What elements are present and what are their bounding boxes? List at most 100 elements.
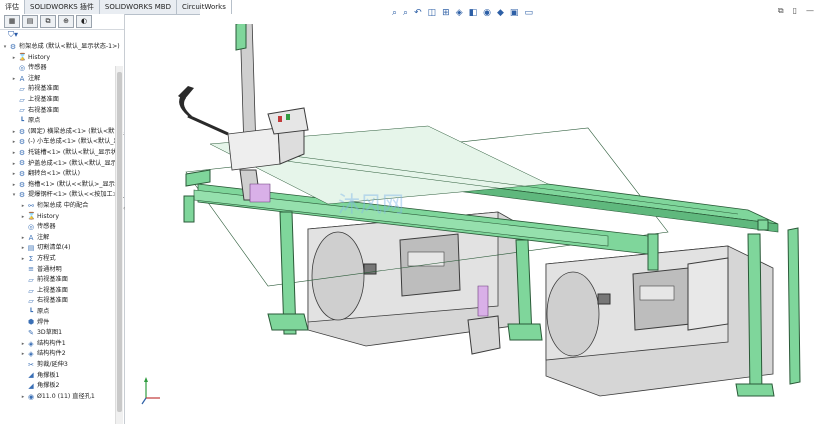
restore-icon[interactable]: ⧉ [778,6,784,16]
tree-node[interactable]: ≡ 普通材明 [20,265,62,276]
previous-view-icon[interactable]: ↶ [414,8,422,18]
weldment-icon: ⬢ [27,318,35,327]
expand-arrow-icon[interactable]: ▸ [20,254,26,265]
tree-node[interactable]: ▱ 上视基准面 [11,95,59,106]
tree-node[interactable]: ◎ 传感器 [11,63,47,74]
view-orientation-icon[interactable]: ◈ [456,8,463,18]
filter-icon[interactable]: ⛉▾ [0,30,124,42]
tree-node[interactable]: ◢ 角撑板1 [20,371,59,382]
graphics-area[interactable]: 沐风网 [128,24,820,424]
tree-node[interactable]: ▸ A 注解 [11,74,41,85]
tree-node[interactable]: ▱ 右视基准面 [11,106,59,117]
expand-arrow-icon[interactable]: ▸ [20,233,26,244]
tree-node[interactable]: ✎ 3D草图1 [20,328,62,339]
tree-node[interactable]: ┗ 原点 [20,307,49,318]
expand-arrow-icon[interactable]: ▸ [20,212,26,223]
sketch3d-icon: ✎ [28,328,34,337]
tree-node[interactable]: ▱ 前视基准面 [11,84,59,95]
zoom-area-icon[interactable]: ⌕ [403,8,408,18]
tree-node[interactable]: ▸ ⚙ (固定) 横梁总成<1> (默认<默认_显 [11,127,124,138]
expand-arrow-icon[interactable]: ▸ [11,159,17,170]
tree-node-label: 方程式 [37,255,56,262]
expand-arrow-icon[interactable]: ▸ [11,169,17,180]
zoom-fit-icon[interactable]: ⌕ [392,8,397,18]
tree-node[interactable]: ✂ 剪裁/延伸3 [20,360,68,371]
apply-scene-icon[interactable]: ▣ [510,8,519,18]
plane-icon: ▱ [28,297,34,306]
expand-arrow-icon[interactable]: ▸ [11,53,17,64]
lathe-right[interactable] [545,245,774,397]
hide-show-icon[interactable]: ◉ [483,8,491,18]
expand-arrow-icon[interactable]: ▸ [11,127,17,138]
panel-collapse-handle[interactable]: ‹ [123,205,127,219]
plane-icon: ▱ [28,286,34,295]
tree-node-label: History [37,212,60,220]
tree-node[interactable]: ▸ ◈ 结构构件1 [20,339,66,350]
tree-node[interactable]: ▸ ⚯ 桁架总成 中的配合 [20,201,89,212]
tab-2[interactable]: SOLIDWORKS MBD [100,0,177,14]
tile-icon[interactable]: ▯ [793,6,797,16]
expand-arrow-icon[interactable]: ▸ [11,74,17,85]
expand-arrow-icon[interactable]: ▾ [11,190,17,201]
minimize-icon[interactable]: — [806,6,814,16]
expand-arrow-icon[interactable]: ▸ [11,137,17,148]
display-manager-icon[interactable]: ◐ [76,15,92,28]
heads-up-view-toolbar: ⌕ ⌕ ↶ ◫ ⊞ ◈ ◧ ◉ ◆ ▣ ▭ [392,6,533,20]
tree-node[interactable]: ▱ 前视基准面 [20,275,68,286]
tree-scrollbar[interactable] [115,66,123,424]
tab-3[interactable]: CircuitWorks [177,0,232,14]
tab-1[interactable]: SOLIDWORKS 插件 [25,0,100,14]
tree-node[interactable]: ▱ 右视基准面 [20,296,68,307]
tree-node[interactable]: ▱ 上视基准面 [20,286,68,297]
tree-node[interactable]: ▸ ▤ 切割清单(4) [20,243,71,254]
expand-arrow-icon[interactable]: ▸ [20,243,26,254]
property-manager-icon[interactable]: ▤ [22,15,38,28]
tree-node[interactable]: ▸ ⌛ History [11,53,50,64]
tree-node[interactable]: ▸ ⚙ 护盖总成<1> (默认<默认_显示状 [11,159,123,170]
display-style-icon[interactable]: ◧ [469,8,478,18]
tree-node[interactable]: ▸ ◉ Ø11.0 (11) 直径孔1 [20,392,95,403]
tab-0[interactable]: 评估 [0,0,25,14]
tree-node[interactable]: ◎ 传感器 [20,222,56,233]
expand-arrow-icon[interactable]: ▸ [20,201,26,212]
assembly-icon: ⚙ [18,138,26,147]
tree-node[interactable]: ▸ ⚙ 拖槽<1> (默认<<默认>_显示状 [11,180,121,191]
edit-appearance-icon[interactable]: ◆ [497,8,504,18]
expand-arrow-icon[interactable]: ▸ [11,180,17,191]
origin-icon: ┗ [28,307,34,316]
view-settings-icon[interactable]: ▭ [524,8,533,18]
feature-tree-icon[interactable]: ▦ [4,15,20,28]
expand-arrow-icon[interactable]: ▾ [2,42,8,53]
tree-node[interactable]: ▾ ⚙ 桁架总成 (默认<默认_显示状态-1>) [2,42,120,53]
expand-arrow-icon[interactable]: ▸ [20,339,26,350]
assembly-icon: ⚙ [18,180,26,189]
expand-arrow-icon[interactable]: ▸ [20,392,26,403]
tree-node[interactable]: ▸ A 注解 [20,233,50,244]
plane-icon: ▱ [28,275,34,284]
dynamic-annotation-icon[interactable]: ⊞ [442,8,450,18]
expand-arrow-icon[interactable]: ▸ [20,349,26,360]
tree-node[interactable]: ┗ 原点 [11,116,40,127]
dimxpert-icon[interactable]: ⊕ [58,15,74,28]
tree-node[interactable]: ▸ ◈ 结构构件2 [20,349,66,360]
expand-arrow-icon[interactable]: ▸ [11,148,17,159]
equation-icon: Σ [28,254,34,263]
scrollbar-thumb[interactable] [117,72,122,412]
tree-node[interactable]: ⬢ 焊件 [20,318,49,329]
assembly-icon: ⚙ [18,127,26,136]
tree-node[interactable]: ▾ ⚙ 提爆钢杆<1> (默认<<按加工>>_ [11,190,124,201]
tree-node[interactable]: ▸ ⚙ 托链槽<1> (默认<默认_显示状 [11,148,117,159]
tree-node[interactable]: ▸ ⚙ (-) 小车总成<1> (默认<默认_显 [11,137,120,148]
tree-node-label: 剪裁/延伸3 [37,361,68,368]
tree-node-label: 前视基准面 [28,85,59,93]
tree-node[interactable]: ▸ ⌛ History [20,212,59,223]
reference-triad-icon [141,377,160,405]
tree-node[interactable]: ◢ 角撑板2 [20,381,59,392]
sensor-icon: ◎ [27,222,35,231]
tree-node[interactable]: ▸ Σ 方程式 [20,254,56,265]
section-view-icon[interactable]: ◫ [428,8,437,18]
cutlist-icon: ▤ [27,244,35,253]
config-manager-icon[interactable]: ⧉ [40,15,56,28]
tree-node[interactable]: ▸ ⚙ 翻转台<1> (默认) [11,169,80,180]
tree-node-label: 上视基准面 [28,96,59,103]
